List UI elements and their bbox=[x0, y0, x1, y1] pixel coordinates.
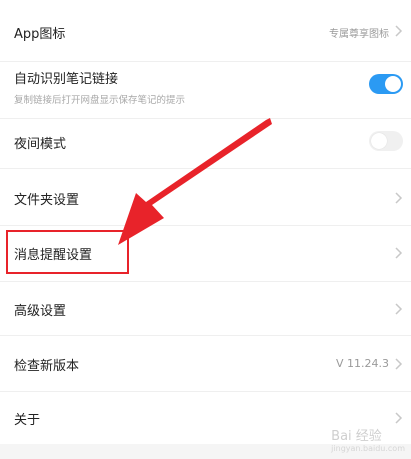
watermark-subtext: jingyan.baidu.com bbox=[331, 444, 405, 453]
baidu-watermark: Bai 经验 jingyan.baidu.com bbox=[331, 425, 405, 453]
annotation-arrow-icon bbox=[118, 118, 272, 245]
watermark-text: Bai 经验 bbox=[331, 429, 382, 444]
